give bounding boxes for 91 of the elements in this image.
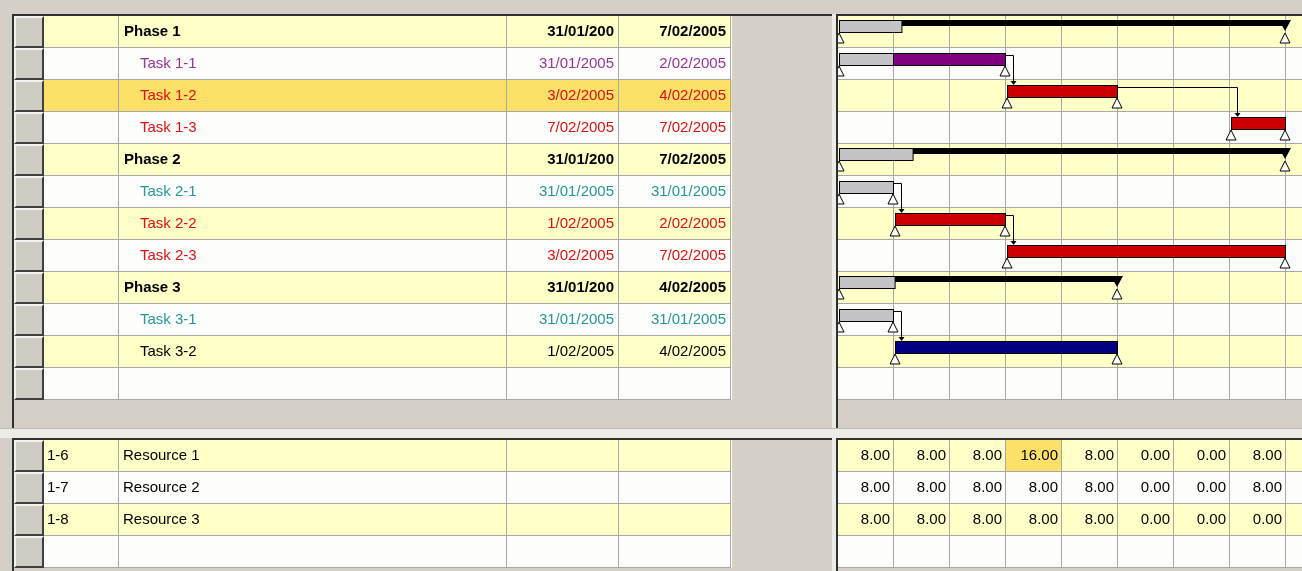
row-header-button[interactable] — [14, 208, 44, 240]
link-arrow — [1005, 215, 1017, 245]
finish-date: 4/02/2005 — [659, 341, 726, 362]
task-name: Task 2-2 — [140, 213, 197, 234]
finish-date: 7/02/2005 — [659, 117, 726, 138]
triangle-marker-icon — [1001, 257, 1013, 269]
start-date: 31/01/2005 — [538, 181, 614, 202]
table-row[interactable]: Task 1-2 3/02/2005 4/02/2005 — [14, 80, 732, 112]
finish-date: 4/02/2005 — [659, 85, 726, 106]
task-name: Task 3-1 — [140, 309, 197, 330]
row-header-button[interactable] — [14, 240, 44, 272]
row-header-button[interactable] — [14, 536, 44, 568]
start-date: 31/01/200 — [547, 277, 614, 298]
finish-date: 31/01/2005 — [650, 181, 726, 202]
triangle-marker-icon — [999, 225, 1011, 237]
finish-date: 2/02/2005 — [659, 53, 726, 74]
row-header-button[interactable] — [14, 336, 44, 368]
task-name: Task 1-3 — [140, 117, 197, 138]
start-date: 31/01/2005 — [538, 53, 614, 74]
triangle-marker-icon — [838, 321, 845, 333]
start-date: 3/02/2005 — [547, 85, 614, 106]
triangle-marker-icon — [889, 225, 901, 237]
task-name: Task 1-1 — [140, 53, 197, 74]
table-row[interactable]: Phase 2 31/01/200 7/02/2005 — [14, 144, 732, 176]
start-date: 31/01/2005 — [538, 309, 614, 330]
start-date: 7/02/2005 — [547, 117, 614, 138]
triangle-marker-icon — [1279, 160, 1291, 172]
row-header-button[interactable] — [14, 176, 44, 208]
triangle-marker-icon — [838, 32, 845, 44]
link-arrow — [893, 311, 905, 341]
phase-name: Phase 1 — [124, 21, 181, 42]
row-header-button[interactable] — [14, 112, 44, 144]
start-date: 1/02/2005 — [547, 213, 614, 234]
task-name: Task 2-3 — [140, 245, 197, 266]
triangle-marker-icon — [838, 193, 845, 205]
triangle-marker-icon — [1279, 32, 1291, 44]
resource-name: Resource 3 — [123, 509, 200, 530]
triangle-marker-icon — [838, 288, 845, 300]
triangle-marker-icon — [887, 193, 899, 205]
table-row[interactable]: Task 1-1 31/01/2005 2/02/2005 — [14, 48, 732, 80]
finish-date: 4/02/2005 — [659, 277, 726, 298]
triangle-marker-icon — [1279, 257, 1291, 269]
table-row[interactable]: Task 1-3 7/02/2005 7/02/2005 — [14, 112, 732, 144]
finish-date: 7/02/2005 — [659, 149, 726, 170]
start-date: 31/01/200 — [547, 21, 614, 42]
row-header-button[interactable] — [14, 304, 44, 336]
table-row[interactable]: 1-6 Resource 1 — [14, 440, 732, 472]
task-name: Task 1-2 — [140, 85, 197, 106]
resource-id: 1-6 — [47, 445, 69, 466]
table-row[interactable]: Task 3-2 1/02/2005 4/02/2005 — [14, 336, 732, 368]
resource-id: 1-8 — [47, 509, 69, 530]
finish-date: 7/02/2005 — [659, 245, 726, 266]
triangle-marker-icon — [1001, 97, 1013, 109]
triangle-marker-icon — [1111, 97, 1123, 109]
row-header-button[interactable] — [14, 48, 44, 80]
row-header-button[interactable] — [14, 368, 44, 400]
table-row[interactable]: Task 2-2 1/02/2005 2/02/2005 — [14, 208, 732, 240]
triangle-marker-icon — [838, 160, 845, 172]
table-row[interactable]: Phase 1 31/01/200 7/02/2005 — [14, 16, 732, 48]
triangle-marker-icon — [1111, 353, 1123, 365]
phase-name: Phase 3 — [124, 277, 181, 298]
finish-date: 2/02/2005 — [659, 213, 726, 234]
hours-cell: 16.00 — [1006, 440, 1062, 472]
row-header-button[interactable] — [14, 440, 44, 472]
table-row[interactable]: Task 2-3 3/02/2005 7/02/2005 — [14, 240, 732, 272]
task-name: Task 3-2 — [140, 341, 197, 362]
row-header-button[interactable] — [14, 472, 44, 504]
triangle-marker-icon — [1279, 129, 1291, 141]
resource-name: Resource 2 — [123, 477, 200, 498]
row-header-button[interactable] — [14, 80, 44, 112]
triangle-marker-icon — [889, 353, 901, 365]
start-date: 31/01/200 — [547, 149, 614, 170]
row-header-button[interactable] — [14, 504, 44, 536]
start-date: 3/02/2005 — [547, 245, 614, 266]
resource-name: Resource 1 — [123, 445, 200, 466]
row-header-button[interactable] — [14, 144, 44, 176]
table-row[interactable]: Phase 3 31/01/200 4/02/2005 — [14, 272, 732, 304]
link-arrow — [893, 183, 905, 213]
triangle-marker-icon — [1111, 288, 1123, 300]
finish-date: 31/01/2005 — [650, 309, 726, 330]
task-name: Task 2-1 — [140, 181, 197, 202]
row-header-button[interactable] — [14, 272, 44, 304]
table-row[interactable]: 1-8 Resource 3 — [14, 504, 732, 536]
finish-date: 7/02/2005 — [659, 21, 726, 42]
triangle-marker-icon — [887, 321, 899, 333]
triangle-marker-icon — [1225, 129, 1237, 141]
table-row[interactable]: 1-7 Resource 2 — [14, 472, 732, 504]
phase-name: Phase 2 — [124, 149, 181, 170]
resource-id: 1-7 — [47, 477, 69, 498]
start-date: 1/02/2005 — [547, 341, 614, 362]
row-header-button[interactable] — [14, 16, 44, 48]
